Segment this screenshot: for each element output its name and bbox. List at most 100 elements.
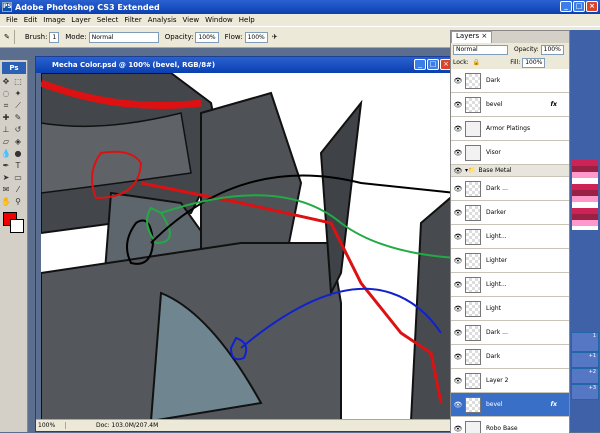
swatches-panel[interactable] <box>572 160 598 230</box>
brush-size[interactable]: 1 <box>49 32 59 43</box>
layer-row[interactable]: 👁Robo Base <box>451 417 569 433</box>
brush-tool-icon[interactable]: ✎ <box>4 33 10 41</box>
airbrush-icon[interactable]: ✈ <box>272 33 278 41</box>
layer-effects-icon[interactable]: fx <box>551 101 557 108</box>
layer-row[interactable]: 👁Light... <box>451 225 569 249</box>
zoom-level[interactable]: 100% <box>36 422 66 429</box>
type-tool-icon[interactable]: T <box>12 160 24 172</box>
slice-tool-icon[interactable]: ⟋ <box>12 100 24 112</box>
brush-tool-icon[interactable]: ✎ <box>12 112 24 124</box>
menu-image[interactable]: Image <box>40 16 68 24</box>
menu-select[interactable]: Select <box>94 16 122 24</box>
visibility-eye-icon[interactable]: 👁 <box>453 232 463 242</box>
right-panel-4[interactable]: +3 <box>571 384 599 400</box>
right-panel-1[interactable]: 1 <box>571 332 599 352</box>
layer-row[interactable]: 👁Dark ... <box>451 321 569 345</box>
eyedropper-icon[interactable]: ⁄ <box>12 184 24 196</box>
hand-tool-icon[interactable]: ✋ <box>0 196 12 208</box>
doc-minimize-button[interactable]: _ <box>414 59 426 70</box>
layer-row[interactable]: 👁Lighter <box>451 249 569 273</box>
layer-row[interactable]: 👁bevelfx <box>451 93 569 117</box>
layer-effects-icon[interactable]: fx <box>551 401 557 408</box>
blur-tool-icon[interactable]: 💧 <box>0 148 12 160</box>
layer-opacity-input[interactable]: 100% <box>541 45 564 55</box>
layer-row[interactable]: 👁bevelfx <box>451 393 569 417</box>
crop-tool-icon[interactable]: ⌗ <box>0 100 12 112</box>
tab-layers[interactable]: Layers × <box>451 31 492 43</box>
close-button[interactable]: × <box>586 1 598 12</box>
visibility-eye-icon[interactable]: 👁 <box>453 124 463 134</box>
visibility-eye-icon[interactable]: 👁 <box>453 304 463 314</box>
menu-window[interactable]: Window <box>202 16 236 24</box>
background-color[interactable] <box>10 219 24 233</box>
document-title: Mecha Color.psd @ 100% (bevel, RGB/8#) <box>36 57 454 73</box>
visibility-eye-icon[interactable]: 👁 <box>453 256 463 266</box>
visibility-eye-icon[interactable]: 👁 <box>453 76 463 86</box>
visibility-eye-icon[interactable]: 👁 <box>453 184 463 194</box>
healing-tool-icon[interactable]: ✚ <box>0 112 12 124</box>
layer-row[interactable]: 👁Light... <box>451 273 569 297</box>
layer-row[interactable]: 👁Darker <box>451 201 569 225</box>
layer-row[interactable]: 👁 Armor Platings <box>451 117 569 141</box>
visibility-eye-icon[interactable]: 👁 <box>453 376 463 386</box>
menu-layer[interactable]: Layer <box>68 16 94 24</box>
color-swatches[interactable] <box>0 208 27 238</box>
blend-mode-select[interactable]: Normal <box>453 45 508 55</box>
menu-view[interactable]: View <box>180 16 203 24</box>
path-select-icon[interactable]: ➤ <box>0 172 12 184</box>
visibility-eye-icon[interactable]: 👁 <box>453 280 463 290</box>
visibility-eye-icon[interactable]: 👁 <box>453 352 463 362</box>
move-tool-icon[interactable]: ✥ <box>0 76 12 88</box>
flow-input[interactable]: 100% <box>245 32 268 43</box>
notes-tool-icon[interactable]: ✉ <box>0 184 12 196</box>
visibility-eye-icon[interactable]: 👁 <box>453 328 463 338</box>
menu-edit[interactable]: Edit <box>21 16 41 24</box>
lasso-tool-icon[interactable]: ◌ <box>0 88 12 100</box>
layer-row[interactable]: 👁Dark <box>451 69 569 93</box>
shape-tool-icon[interactable]: ▭ <box>12 172 24 184</box>
layer-name: Robo Base <box>486 425 518 432</box>
pen-tool-icon[interactable]: ✒ <box>0 160 12 172</box>
fill-input[interactable]: 100% <box>522 58 545 68</box>
layer-row[interactable]: 👁Dark <box>451 345 569 369</box>
layer-list: 👁Dark👁bevelfx👁Armor Platings👁Visor👁▾📁Bas… <box>451 69 569 433</box>
visibility-eye-icon[interactable]: 👁 <box>453 208 463 218</box>
visibility-eye-icon[interactable]: 👁 <box>453 148 463 158</box>
menu-analysis[interactable]: Analysis <box>145 16 180 24</box>
minimize-button[interactable]: _ <box>560 1 572 12</box>
layer-name: Armor Platings <box>486 125 530 132</box>
dodge-tool-icon[interactable]: ● <box>12 148 24 160</box>
right-panel-3[interactable]: +2 <box>571 368 599 384</box>
mode-select[interactable]: Normal <box>89 32 159 43</box>
doc-maximize-button[interactable]: □ <box>427 59 439 70</box>
layer-thumbnail <box>465 229 481 245</box>
flow-label: Flow: <box>225 33 243 41</box>
layer-row[interactable]: 👁Dark ... <box>451 177 569 201</box>
visibility-eye-icon[interactable]: 👁 <box>453 400 463 410</box>
wand-tool-icon[interactable]: ✦ <box>12 88 24 100</box>
history-brush-icon[interactable]: ↺ <box>12 124 24 136</box>
opacity-input[interactable]: 100% <box>195 32 218 43</box>
marquee-tool-icon[interactable]: ⬚ <box>12 76 24 88</box>
menu-help[interactable]: Help <box>236 16 258 24</box>
eraser-tool-icon[interactable]: ▱ <box>0 136 12 148</box>
layers-panel: Layers × Normal Opacity: 100% Lock: 🔒 Fi… <box>450 30 570 432</box>
menu-filter[interactable]: Filter <box>121 16 144 24</box>
layer-name: Layer 2 <box>486 377 508 384</box>
folder-icon[interactable]: ▾📁 <box>465 167 475 174</box>
right-panel-2[interactable]: +1 <box>571 352 599 368</box>
maximize-button[interactable]: □ <box>573 1 585 12</box>
visibility-eye-icon[interactable]: 👁 <box>453 100 463 110</box>
lock-icon[interactable]: 🔒 <box>473 59 480 66</box>
layer-row[interactable]: 👁 Layer 2 <box>451 369 569 393</box>
layer-group[interactable]: 👁▾📁Base Metal <box>451 165 569 177</box>
zoom-tool-icon[interactable]: ⚲ <box>12 196 24 208</box>
bucket-tool-icon[interactable]: ◈ <box>12 136 24 148</box>
visibility-eye-icon[interactable]: 👁 <box>453 166 463 176</box>
canvas[interactable] <box>41 73 456 421</box>
menu-file[interactable]: File <box>3 16 21 24</box>
layer-row[interactable]: 👁Light <box>451 297 569 321</box>
layer-row[interactable]: 👁Visor <box>451 141 569 165</box>
window-title: Adobe Photoshop CS3 Extended <box>15 3 160 12</box>
stamp-tool-icon[interactable]: ⊥ <box>0 124 12 136</box>
